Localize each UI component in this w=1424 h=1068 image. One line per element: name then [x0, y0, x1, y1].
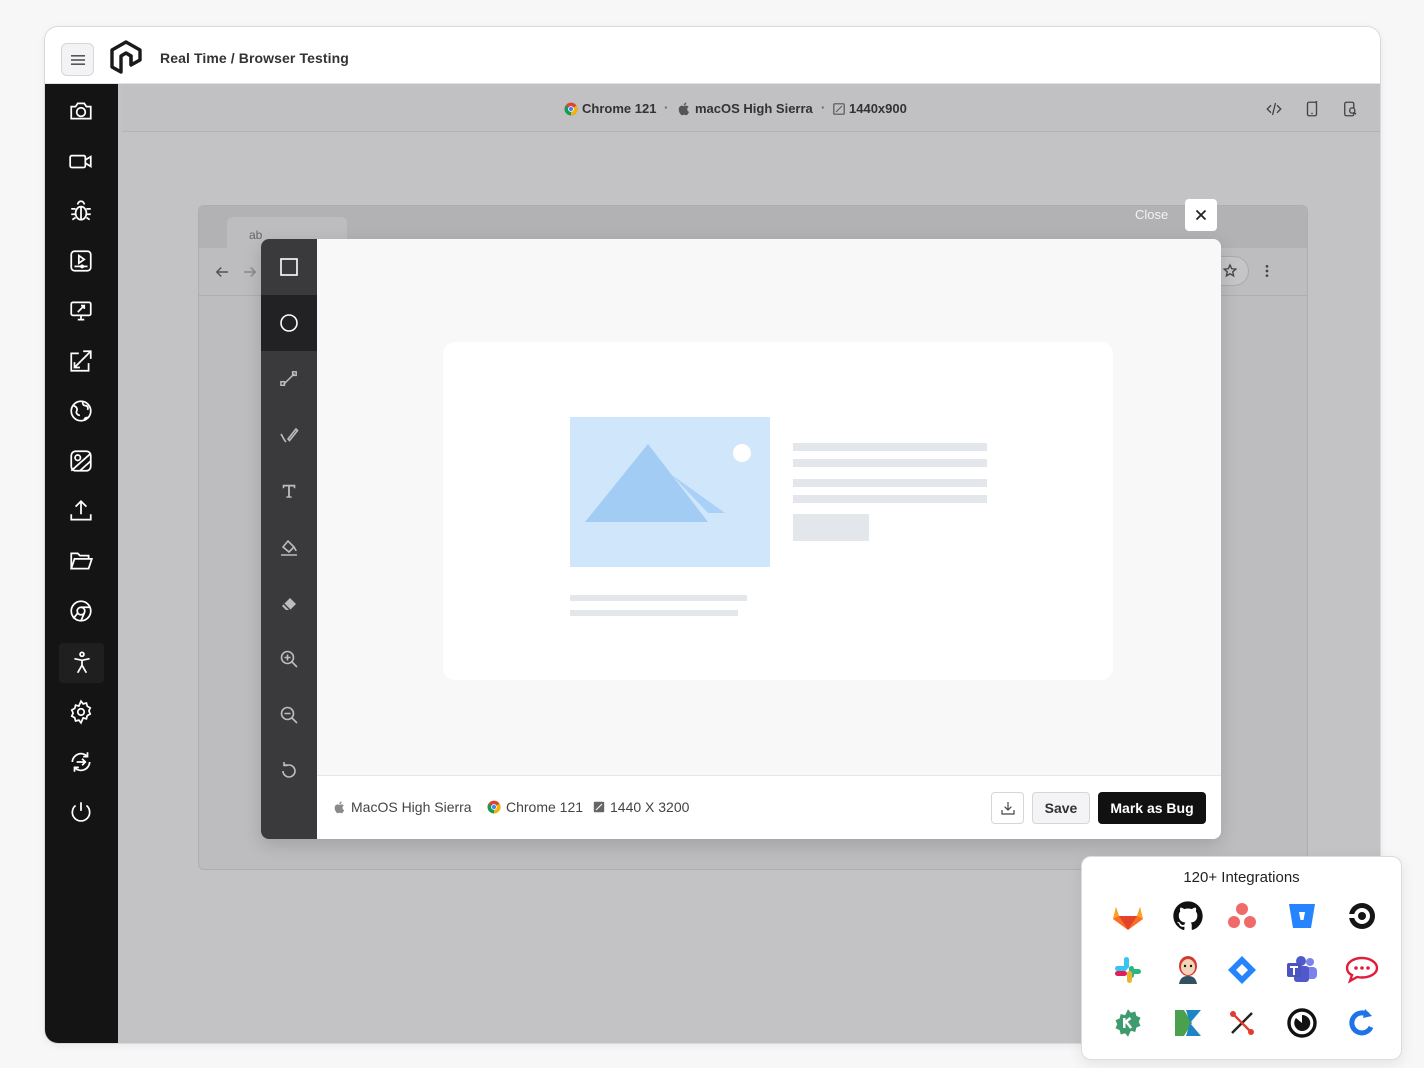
rectangle-icon[interactable]	[261, 239, 317, 295]
bitbucket-icon[interactable]	[1284, 898, 1320, 934]
close-button[interactable]	[1185, 199, 1217, 231]
slack-icon[interactable]	[1110, 952, 1146, 988]
tools-icon[interactable]	[1224, 1005, 1260, 1041]
back-arrow-icon[interactable]	[213, 263, 231, 281]
download-icon	[1000, 802, 1015, 815]
footer-browser: Chrome 121	[487, 799, 583, 815]
folder-icon[interactable]	[66, 546, 96, 576]
session-browser: Chrome 121	[564, 101, 656, 116]
button-placeholder	[793, 514, 869, 541]
hamburger-icon	[70, 54, 85, 65]
resize-icon[interactable]	[66, 346, 96, 376]
device-rotate-icon[interactable]	[1301, 98, 1323, 120]
caption-placeholder-line	[570, 610, 738, 616]
caption-placeholder-line	[570, 595, 747, 601]
device-settings-icon[interactable]	[1339, 98, 1361, 120]
eraser-icon[interactable]	[261, 575, 317, 631]
close-icon	[1195, 209, 1207, 221]
annotation-modal: MacOS High Sierra Chrome 121 1440 X 3200…	[261, 239, 1221, 839]
pen-icon[interactable]	[261, 407, 317, 463]
forward-arrow-icon[interactable]	[241, 263, 259, 281]
annotation-canvas[interactable]	[317, 239, 1221, 775]
session-os: macOS High Sierra	[678, 101, 813, 116]
logo	[110, 40, 142, 74]
separator-dot: ·	[664, 100, 669, 115]
code-icon[interactable]	[1263, 98, 1285, 120]
footer-os: MacOS High Sierra	[334, 799, 472, 815]
top-bar: Real Time / Browser Testing	[45, 27, 1380, 84]
circleci-icon[interactable]	[1344, 898, 1380, 934]
close-label: Close	[1135, 207, 1169, 222]
undo-icon[interactable]	[261, 743, 317, 799]
footer-resolution: 1440 X 3200	[593, 799, 689, 815]
rocketchat-icon[interactable]	[1344, 952, 1380, 988]
menu-button[interactable]	[61, 43, 94, 76]
bug-icon[interactable]	[66, 196, 96, 226]
sidebar	[45, 84, 118, 1043]
arrow-icon[interactable]	[261, 351, 317, 407]
save-button[interactable]: Save	[1032, 792, 1090, 824]
session-os-label: macOS High Sierra	[695, 101, 813, 116]
switch-icon[interactable]	[66, 747, 96, 777]
annotation-toolbar	[261, 239, 317, 839]
media-player-icon[interactable]	[66, 246, 96, 276]
gear-green-icon[interactable]	[1110, 1005, 1146, 1041]
jira-icon[interactable]	[1224, 952, 1260, 988]
teams-icon[interactable]	[1284, 952, 1320, 988]
session-resolution-label: 1440x900	[849, 101, 907, 116]
star-icon[interactable]	[1222, 263, 1238, 279]
power-icon[interactable]	[66, 797, 96, 827]
kebab-menu-icon[interactable]	[1259, 263, 1275, 279]
resolution-icon	[833, 102, 845, 115]
monitor-icon[interactable]	[66, 296, 96, 326]
session-resolution: 1440x900	[833, 101, 907, 116]
session-info-bar: Chrome 121 · macOS High Sierra · 1440x90…	[122, 84, 1380, 132]
integrations-title: 120+ Integrations	[1183, 869, 1300, 886]
footer-browser-label: Chrome 121	[506, 799, 584, 815]
footer-resolution-label: 1440 X 3200	[610, 799, 690, 815]
text-placeholder-line	[793, 479, 987, 487]
session-browser-label: Chrome 121	[582, 101, 657, 116]
gitlab-icon[interactable]	[1110, 898, 1146, 934]
separator-dot: ·	[821, 100, 826, 115]
screenshot-preview	[443, 342, 1113, 680]
resolution-icon	[593, 801, 605, 813]
annotation-footer: MacOS High Sierra Chrome 121 1440 X 3200…	[317, 775, 1221, 839]
upload-icon[interactable]	[66, 496, 96, 526]
asana-icon[interactable]	[1224, 898, 1260, 934]
apple-icon	[678, 102, 689, 115]
chrome-color-icon	[564, 102, 578, 115]
chrome-color-icon	[487, 800, 501, 814]
chrome-icon[interactable]	[66, 596, 96, 626]
zoom-out-icon[interactable]	[261, 687, 317, 743]
circle-icon[interactable]	[261, 295, 317, 351]
github-icon[interactable]	[1170, 898, 1206, 934]
jenkins-icon[interactable]	[1170, 952, 1206, 988]
fill-icon[interactable]	[261, 519, 317, 575]
globe-icon[interactable]	[66, 396, 96, 426]
image-icon[interactable]	[66, 446, 96, 476]
video-icon[interactable]	[66, 146, 96, 176]
text-placeholder-line	[793, 443, 987, 451]
camera-icon[interactable]	[66, 96, 96, 126]
text-placeholder-line	[793, 495, 987, 503]
text-icon[interactable]	[261, 463, 317, 519]
accessibility-icon[interactable]	[59, 643, 104, 683]
download-button[interactable]	[991, 792, 1024, 824]
apple-icon	[334, 801, 345, 813]
refresh-blue-icon[interactable]	[1344, 1005, 1380, 1041]
timer-icon[interactable]	[1284, 1005, 1320, 1041]
zoom-in-icon[interactable]	[261, 631, 317, 687]
text-placeholder-line	[793, 459, 987, 467]
kubernetes-icon[interactable]	[1170, 1005, 1206, 1041]
breadcrumb: Real Time / Browser Testing	[160, 50, 349, 66]
image-placeholder	[570, 417, 770, 567]
footer-os-label: MacOS High Sierra	[351, 799, 472, 815]
integrations-panel: 120+ Integrations	[1081, 856, 1402, 1060]
mark-as-bug-button[interactable]: Mark as Bug	[1098, 792, 1206, 824]
settings-icon[interactable]	[66, 697, 96, 727]
